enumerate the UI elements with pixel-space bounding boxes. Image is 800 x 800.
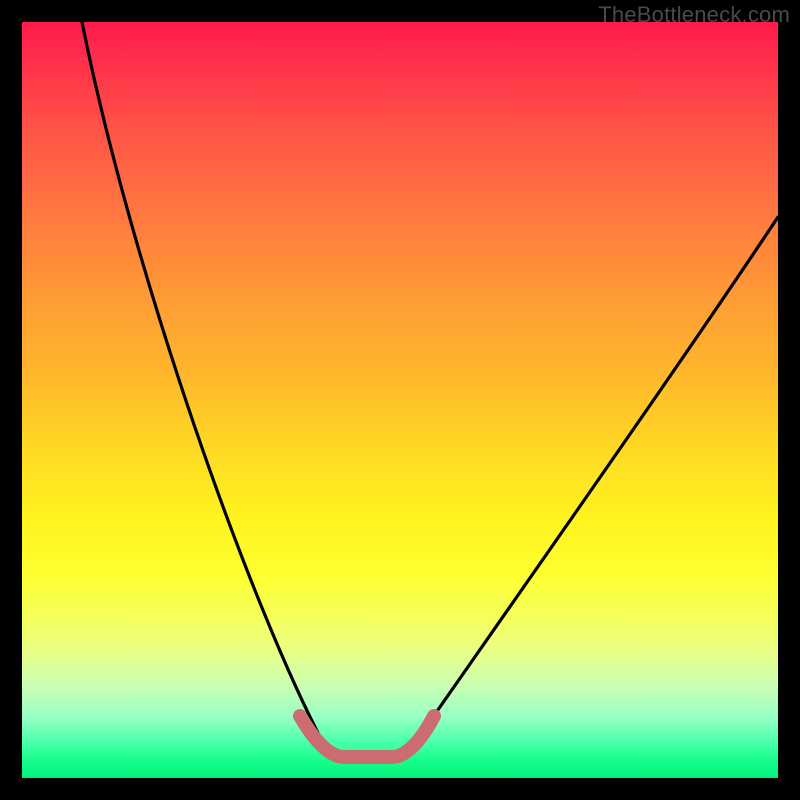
bottleneck-curve xyxy=(82,22,778,759)
watermark-text: TheBottleneck.com xyxy=(598,2,790,28)
chart-area xyxy=(22,22,778,778)
curve-svg xyxy=(22,22,778,778)
valley-highlight xyxy=(300,716,434,757)
